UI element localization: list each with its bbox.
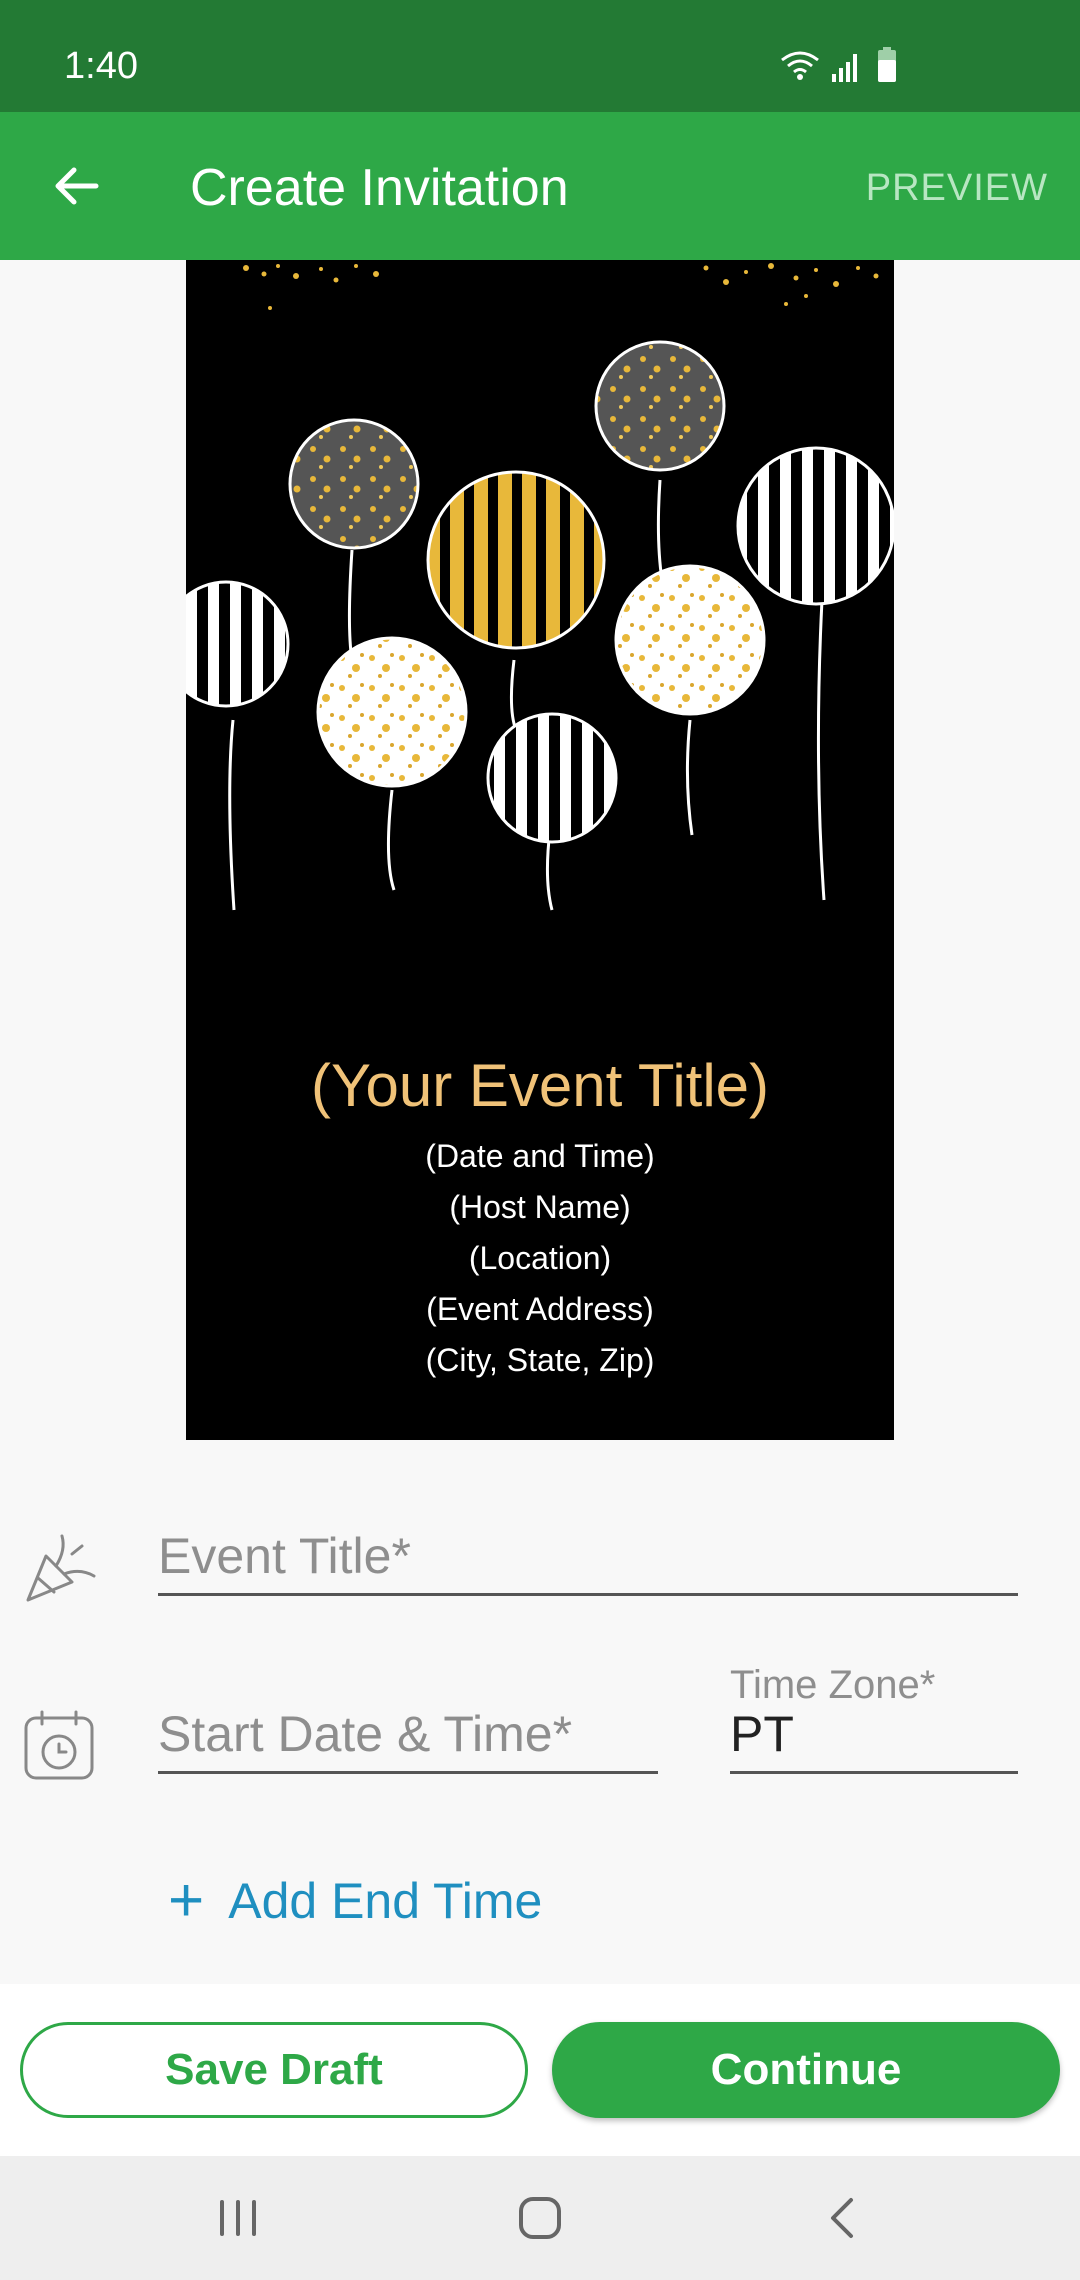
plus-icon: + bbox=[168, 1866, 205, 1935]
status-bar: 1:40 bbox=[0, 0, 1080, 112]
status-time: 1:40 bbox=[64, 45, 138, 87]
card-location: (Location) bbox=[468, 1240, 612, 1276]
back-arrow-icon bbox=[55, 167, 99, 205]
add-end-time-label: Add End Time bbox=[228, 1873, 543, 1929]
card-host-name: (Host Name) bbox=[449, 1189, 631, 1225]
card-event-address: (Event Address) bbox=[426, 1291, 654, 1327]
balloons-illustration bbox=[186, 263, 894, 911]
calendar-clock-icon bbox=[24, 1710, 94, 1780]
card-city-state-zip: (City, State, Zip) bbox=[425, 1342, 655, 1378]
preview-button[interactable]: PREVIEW bbox=[866, 164, 1048, 212]
time-zone-field[interactable]: Time Zone* PT bbox=[730, 1660, 1018, 1774]
time-zone-label: Time Zone* bbox=[730, 1663, 936, 1707]
back-nav-icon bbox=[831, 2198, 853, 2238]
event-title-field[interactable]: Event Title* bbox=[158, 1520, 1018, 1596]
bottom-action-bar: Save Draft Continue bbox=[0, 1984, 1080, 2156]
back-nav-button[interactable] bbox=[802, 2186, 882, 2250]
recent-apps-button[interactable] bbox=[198, 2186, 278, 2250]
status-icons bbox=[781, 47, 896, 82]
time-zone-value: PT bbox=[730, 1706, 794, 1762]
card-date-time: (Date and Time) bbox=[425, 1138, 655, 1174]
back-button[interactable] bbox=[36, 146, 116, 226]
card-event-title: (Your Event Title) bbox=[311, 1052, 769, 1119]
save-draft-button[interactable]: Save Draft bbox=[20, 2022, 528, 2118]
start-date-time-placeholder: Start Date & Time* bbox=[158, 1706, 573, 1762]
start-date-time-field[interactable]: Start Date & Time* bbox=[158, 1698, 658, 1774]
invitation-card-preview: (Your Event Title) (Date and Time) (Host… bbox=[186, 260, 894, 1440]
event-title-placeholder: Event Title* bbox=[158, 1528, 411, 1584]
party-popper-icon bbox=[26, 1534, 96, 1602]
signal-icon bbox=[832, 54, 857, 82]
battery-icon bbox=[878, 47, 896, 82]
system-nav-bar bbox=[0, 2156, 1080, 2280]
page-title: Create Invitation bbox=[190, 159, 569, 217]
continue-button[interactable]: Continue bbox=[552, 2022, 1060, 2118]
home-button[interactable] bbox=[500, 2186, 580, 2250]
wifi-icon bbox=[781, 51, 819, 74]
home-icon bbox=[519, 2197, 561, 2239]
add-end-time-button[interactable]: + Add End Time bbox=[168, 1866, 542, 1936]
app-bar: Create Invitation PREVIEW bbox=[0, 112, 1080, 260]
recent-apps-icon bbox=[220, 2200, 256, 2236]
